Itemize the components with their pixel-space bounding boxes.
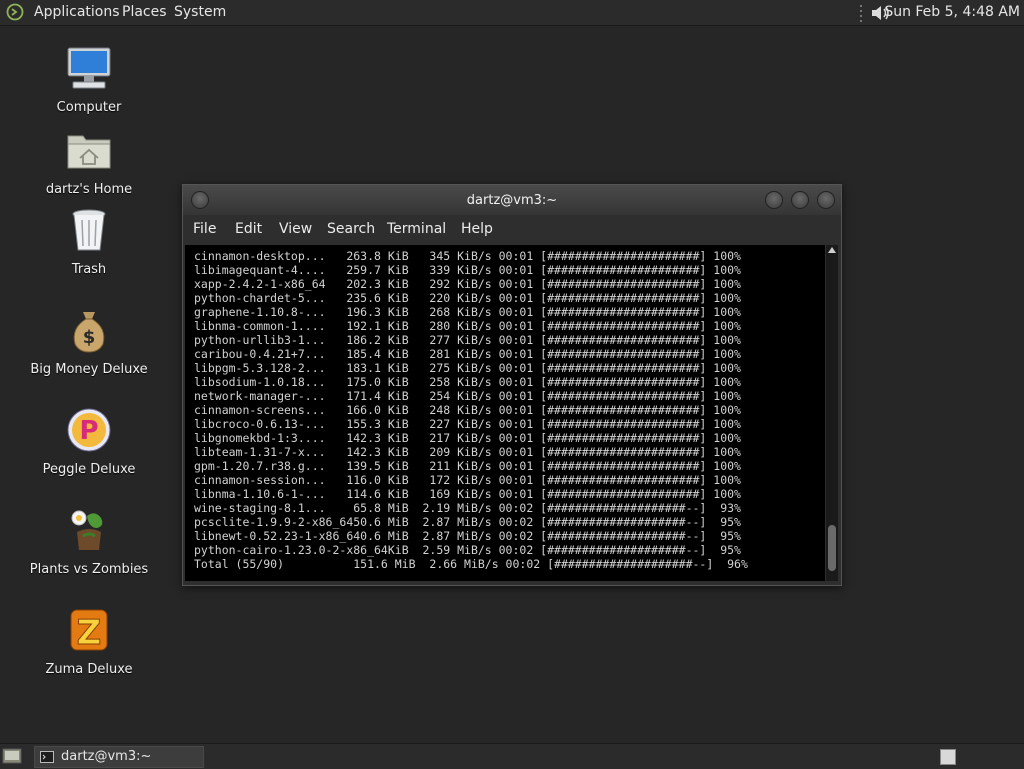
terminal-line: libimagequant-4.... 259.7 KiB 339 KiB/s …: [194, 263, 741, 277]
menu-search[interactable]: Search: [327, 221, 375, 237]
menu-view[interactable]: View: [279, 221, 312, 237]
menu-help[interactable]: Help: [461, 221, 493, 237]
svg-text:Z: Z: [77, 613, 102, 653]
terminal-line: libgnomekbd-1:3.... 142.3 KiB 217 KiB/s …: [194, 431, 741, 445]
terminal-line: network-manager-... 171.4 KiB 254 KiB/s …: [194, 389, 741, 403]
terminal-output[interactable]: cinnamon-desktop... 263.8 KiB 345 KiB/s …: [185, 245, 825, 581]
places-menu[interactable]: Places: [122, 4, 167, 20]
desktop-icon-big-money[interactable]: $ Big Money Deluxe: [29, 306, 149, 377]
desktop-icon-label: dartz's Home: [45, 182, 133, 197]
terminal-menubar: File Edit View Search Terminal Help: [183, 215, 841, 245]
terminal-line: xapp-2.4.2-1-x86_64 202.3 KiB 292 KiB/s …: [194, 277, 741, 291]
clock[interactable]: Sun Feb 5, 4:48 AM: [884, 4, 1020, 20]
desktop-icon-label: Computer: [56, 100, 122, 115]
show-desktop-icon[interactable]: [2, 747, 22, 765]
terminal-line: libnma-common-1.... 192.1 KiB 280 KiB/s …: [194, 319, 741, 333]
terminal-line: Total (55/90) 151.6 MiB 2.66 MiB/s 00:02…: [194, 557, 748, 571]
computer-icon: [67, 47, 111, 89]
desktop-icon-label: Peggle Deluxe: [42, 462, 136, 477]
terminal-line: cinnamon-desktop... 263.8 KiB 345 KiB/s …: [194, 249, 741, 263]
desktop-icon-label: Zuma Deluxe: [45, 662, 133, 677]
desktop-icon-label: Trash: [71, 262, 107, 277]
top-panel: Applications Places System Sun Feb 5, 4:…: [0, 0, 1024, 26]
maximize-button[interactable]: [791, 191, 809, 209]
terminal-line: gpm-1.20.7.r38.g... 139.5 KiB 211 KiB/s …: [194, 459, 741, 473]
desktop-icon-computer[interactable]: Computer: [29, 44, 149, 115]
desktop-icon-label: Plants vs Zombies: [29, 562, 149, 577]
peggle-icon: P: [67, 408, 111, 452]
terminal-line: libsodium-1.0.18... 175.0 KiB 258 KiB/s …: [194, 375, 741, 389]
system-menu[interactable]: System: [174, 4, 226, 20]
terminal-line: python-urllib3-1... 186.2 KiB 277 KiB/s …: [194, 333, 741, 347]
close-button[interactable]: [817, 191, 835, 209]
terminal-line: libteam-1.31-7-x... 142.3 KiB 209 KiB/s …: [194, 445, 741, 459]
terminal-window: dartz@vm3:~ File Edit View Search Termin…: [182, 184, 842, 586]
desktop-icon-zuma[interactable]: Z Zuma Deluxe: [29, 606, 149, 677]
zuma-icon: Z: [70, 609, 108, 654]
terminal-line: caribou-0.4.21+7... 185.4 KiB 281 KiB/s …: [194, 347, 741, 361]
workspace-switcher[interactable]: [940, 749, 956, 765]
taskbar-button-terminal[interactable]: dartz@vm3:~: [34, 746, 204, 768]
desktop-icon-home[interactable]: dartz's Home: [29, 126, 149, 197]
bottom-panel: dartz@vm3:~: [0, 743, 1024, 769]
terminal-line: libnma-1.10.6-1-... 114.6 KiB 169 KiB/s …: [194, 487, 741, 501]
terminal-line: cinnamon-screens... 166.0 KiB 248 KiB/s …: [194, 403, 741, 417]
applications-menu[interactable]: Applications: [34, 4, 120, 20]
terminal-line: python-cairo-1.23.0-2-x86_64KiB 2.59 MiB…: [194, 543, 741, 557]
plants-vs-zombies-icon: [71, 510, 103, 550]
panel-grip-icon: [860, 5, 862, 22]
scrollbar-thumb[interactable]: [828, 525, 836, 571]
terminal-line: cinnamon-session... 116.0 KiB 172 KiB/s …: [194, 473, 741, 487]
terminal-line: libnewt-0.52.23-1-x86_640.6 MiB 2.87 MiB…: [194, 529, 741, 543]
terminal-icon: [40, 751, 54, 763]
terminal-line: pcsclite-1.9.9-2-x86_6450.6 MiB 2.87 MiB…: [194, 515, 741, 529]
terminal-line: graphene-1.10.8-... 196.3 KiB 268 KiB/s …: [194, 305, 741, 319]
window-title: dartz@vm3:~: [466, 193, 558, 208]
terminal-line: wine-staging-8.1... 65.8 MiB 2.19 MiB/s …: [194, 501, 741, 515]
trash-icon: [72, 209, 106, 251]
desktop-icon-peggle[interactable]: P Peggle Deluxe: [29, 406, 149, 477]
terminal-line: python-chardet-5... 235.6 KiB 220 KiB/s …: [194, 291, 741, 305]
desktop-icon-plants-vs-zombies[interactable]: Plants vs Zombies: [29, 506, 149, 577]
scrollbar[interactable]: [826, 245, 838, 581]
minimize-button[interactable]: [765, 191, 783, 209]
window-titlebar[interactable]: dartz@vm3:~: [183, 185, 841, 215]
scroll-up-arrow-icon[interactable]: [828, 247, 836, 253]
svg-text:P: P: [79, 416, 98, 446]
home-folder-icon: [67, 135, 111, 169]
menu-logo-icon[interactable]: [6, 3, 24, 21]
terminal-line: libpgm-5.3.128-2... 183.1 KiB 275 KiB/s …: [194, 361, 741, 375]
menu-file[interactable]: File: [193, 221, 216, 237]
terminal-line: libcroco-0.6.13-... 155.3 KiB 227 KiB/s …: [194, 417, 741, 431]
money-bag-icon: $: [73, 312, 105, 353]
desktop-icon-label: Big Money Deluxe: [30, 362, 148, 377]
menu-edit[interactable]: Edit: [235, 221, 262, 237]
svg-text:$: $: [83, 327, 96, 348]
taskbar-button-label: dartz@vm3:~: [61, 749, 152, 764]
menu-terminal[interactable]: Terminal: [387, 221, 446, 237]
desktop-icon-trash[interactable]: Trash: [29, 206, 149, 277]
